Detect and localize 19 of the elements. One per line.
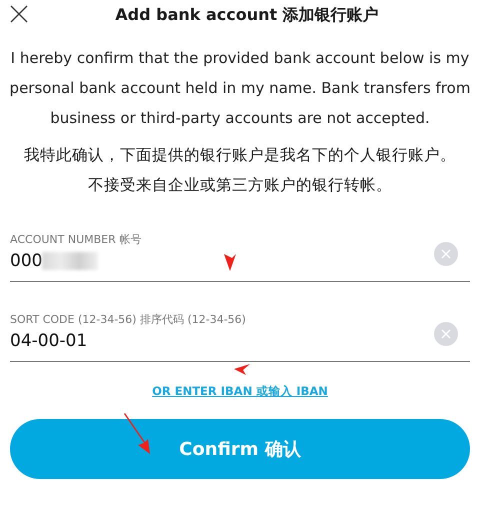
input-field[interactable]: ACCOUNT NUMBER 帐号 000 (10, 222, 470, 282)
clear-button[interactable] (434, 322, 458, 346)
field-label: ACCOUNT NUMBER 帐号 (10, 232, 142, 247)
close-icon (441, 249, 451, 259)
confirmation-text: 不接受来自企业或第三方账户的银行转帐。 (87, 175, 393, 196)
field-value: 04-00-01 (10, 331, 88, 351)
field-label: SORT CODE (12-34-56) 排序代码 (12-34-56) (10, 312, 247, 327)
arrow-annotation-icon (233, 362, 251, 376)
window-title: Add bank account 添加银行账户 (114, 4, 379, 26)
confirmation-text: 我特此确认，下面提供的银行账户是我名下的个人银行账户。 (23, 145, 457, 166)
close-button[interactable] (10, 5, 28, 23)
close-icon (10, 5, 28, 23)
arrow-annotation-icon (122, 413, 152, 455)
close-icon (441, 329, 451, 339)
clear-button[interactable] (434, 242, 458, 266)
arrow-annotation-icon (222, 252, 238, 272)
confirmation-text: I hereby confirm that the provided bank account below is my personal bank account held in my name. Bank transfers from business or third-party accounts are not accepted. (8, 48, 472, 129)
field-value: 000 (10, 251, 42, 271)
input-field[interactable]: SORT CODE (12-34-56) 排序代码 (12-34-56) 04-00-01 (10, 302, 470, 362)
